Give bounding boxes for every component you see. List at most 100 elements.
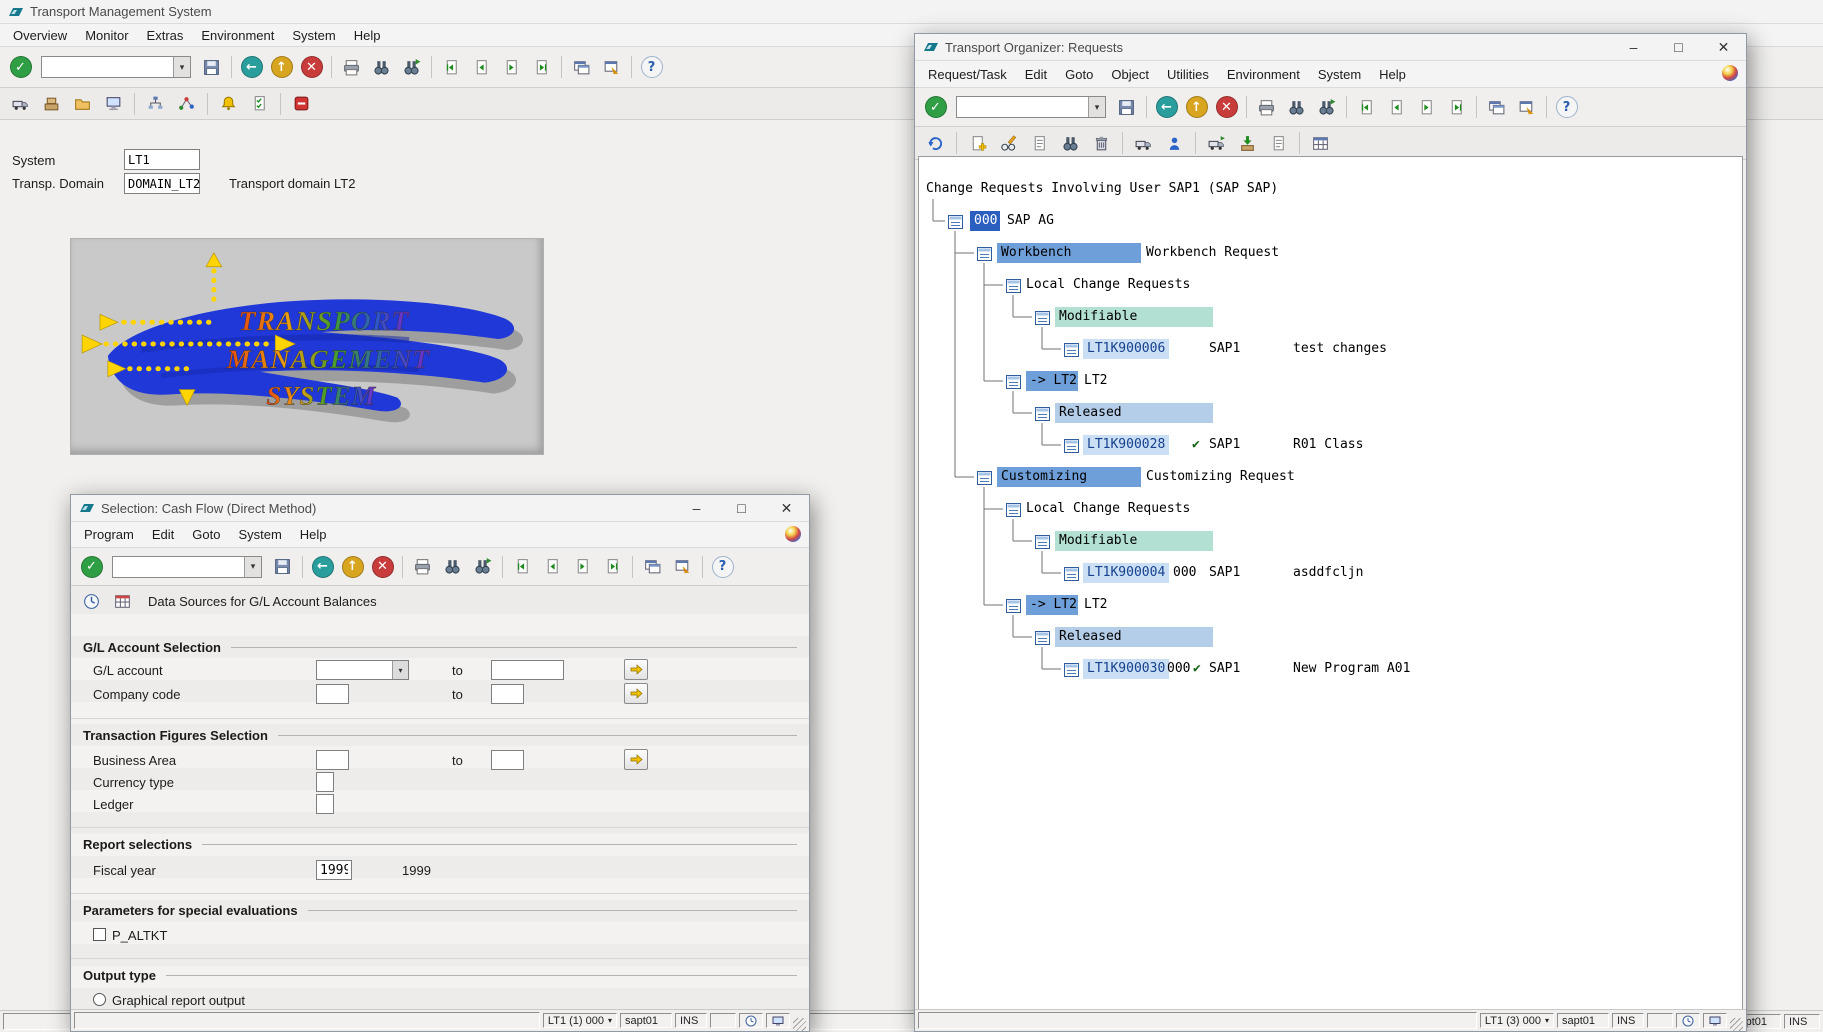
logs-icon[interactable]	[1265, 130, 1292, 156]
status-system-box[interactable]: LT1 (3) 000 ▾	[1479, 1013, 1554, 1028]
emergency-icon[interactable]	[288, 91, 315, 117]
next-page-icon[interactable]	[1413, 94, 1440, 120]
menu-item-help[interactable]: Help	[291, 525, 336, 544]
enter-icon[interactable]: ✓	[78, 554, 105, 580]
enter-icon[interactable]: ✓	[922, 94, 949, 120]
request-node-icon[interactable]	[977, 246, 992, 261]
graphical-output-radio[interactable]	[93, 993, 106, 1006]
exit-icon[interactable]: ↑	[1183, 94, 1210, 120]
last-page-icon[interactable]	[599, 554, 626, 580]
back-icon[interactable]: ←	[238, 54, 265, 80]
menu-item-monitor[interactable]: Monitor	[76, 26, 137, 45]
system-field[interactable]: LT1	[124, 149, 200, 170]
shortcut-icon[interactable]	[669, 554, 696, 580]
minimize-button[interactable]: –	[674, 495, 719, 521]
request-node-icon[interactable]	[1006, 278, 1021, 293]
cashflow-titlebar[interactable]: Selection: Cash Flow (Direct Method) – □…	[71, 495, 809, 522]
save-icon[interactable]	[1113, 94, 1140, 120]
data-sources-icon[interactable]	[109, 589, 136, 615]
request-node-icon[interactable]	[1035, 406, 1050, 421]
transport-domain-field[interactable]: DOMAIN_LT2	[124, 173, 200, 194]
save-icon[interactable]	[269, 554, 296, 580]
command-field[interactable]: ▾	[956, 96, 1106, 118]
table-settings-icon[interactable]	[1307, 130, 1334, 156]
command-field[interactable]: ▾	[112, 555, 262, 578]
status-system-box[interactable]: LT1 (1) 000 ▾	[542, 1013, 617, 1028]
save-icon[interactable]	[198, 54, 225, 80]
tree-node-label[interactable]: 000	[970, 211, 1000, 231]
menu-item-environment[interactable]: Environment	[192, 26, 283, 45]
status-session-icon[interactable]	[1703, 1013, 1727, 1028]
tree-node-label[interactable]: -> LT2	[1026, 595, 1078, 615]
release-icon[interactable]	[1130, 130, 1157, 156]
tms-titlebar[interactable]: Transport Management System	[0, 0, 1823, 24]
request-id[interactable]: LT1K900004	[1083, 563, 1169, 583]
fiscal-year-field[interactable]	[316, 860, 352, 880]
menu-item-environment[interactable]: Environment	[1218, 65, 1309, 84]
menu-item-goto[interactable]: Goto	[1056, 65, 1102, 84]
new-session-icon[interactable]	[568, 54, 595, 80]
request-node-icon[interactable]	[1006, 502, 1021, 517]
transport-truck-icon[interactable]	[7, 91, 34, 117]
print-icon[interactable]	[338, 54, 365, 80]
refresh-icon[interactable]	[922, 130, 949, 156]
menu-item-system[interactable]: System	[229, 525, 290, 544]
status-mode-box[interactable]: INS	[675, 1013, 707, 1028]
p-altkt-checkbox[interactable]	[93, 928, 106, 941]
exit-icon[interactable]: ↑	[268, 54, 295, 80]
request-id[interactable]: LT1K900028	[1083, 435, 1169, 455]
import-icon[interactable]	[1234, 130, 1261, 156]
organizer-titlebar[interactable]: Transport Organizer: Requests – □ ✕	[915, 34, 1746, 61]
reassign-icon[interactable]	[1161, 130, 1188, 156]
cancel-icon[interactable]: ✕	[298, 54, 325, 80]
back-icon[interactable]: ←	[309, 554, 336, 580]
menu-item-overview[interactable]: Overview	[4, 26, 76, 45]
request-node-icon[interactable]	[977, 470, 992, 485]
enter-icon[interactable]: ✓	[7, 54, 34, 80]
menu-item-help[interactable]: Help	[345, 26, 390, 45]
prev-page-icon[interactable]	[468, 54, 495, 80]
back-icon[interactable]: ←	[1153, 94, 1180, 120]
maximize-button[interactable]: □	[719, 495, 764, 521]
domain-folder-icon[interactable]	[69, 91, 96, 117]
routes-graph-icon[interactable]	[173, 91, 200, 117]
status-session-icon[interactable]	[766, 1013, 790, 1028]
request-node-icon[interactable]	[1035, 534, 1050, 549]
status-response-time-icon[interactable]	[1676, 1013, 1700, 1028]
shortcut-icon[interactable]	[1513, 94, 1540, 120]
execute-icon[interactable]	[78, 589, 105, 615]
gl-account-multi-select-button[interactable]	[624, 659, 648, 680]
status-mode-box[interactable]: INS	[1784, 1014, 1820, 1029]
minimize-button[interactable]: –	[1611, 34, 1656, 60]
business-area-from-field[interactable]	[316, 750, 349, 770]
exit-icon[interactable]: ↑	[339, 554, 366, 580]
transport-copy-icon[interactable]	[1203, 130, 1230, 156]
tree-node-label[interactable]: Modifiable	[1055, 531, 1213, 551]
business-area-to-field[interactable]	[491, 750, 524, 770]
find-icon[interactable]	[368, 54, 395, 80]
first-page-icon[interactable]	[509, 554, 536, 580]
tree-node-label[interactable]: -> LT2	[1026, 371, 1078, 391]
menu-item-edit[interactable]: Edit	[143, 525, 183, 544]
resize-grip[interactable]	[793, 1018, 806, 1031]
gl-account-to-field[interactable]	[491, 660, 564, 680]
command-field[interactable]: ▾	[41, 56, 191, 78]
request-id[interactable]: LT1K900030	[1083, 659, 1169, 679]
status-mode-box[interactable]: INS	[1612, 1013, 1644, 1028]
help-icon[interactable]: ?	[1553, 94, 1580, 120]
delete-icon[interactable]	[1088, 130, 1115, 156]
import-queue-icon[interactable]	[38, 91, 65, 117]
find-next-icon[interactable]	[398, 54, 425, 80]
command-input[interactable]	[957, 97, 1088, 117]
menu-item-edit[interactable]: Edit	[1016, 65, 1056, 84]
close-button[interactable]: ✕	[764, 495, 809, 521]
gl-account-from-field[interactable]: ▾	[316, 660, 409, 680]
menu-item-system[interactable]: System	[1309, 65, 1370, 84]
menu-item-extras[interactable]: Extras	[138, 26, 193, 45]
find-next-icon[interactable]	[1313, 94, 1340, 120]
menu-item-request-task[interactable]: Request/Task	[919, 65, 1016, 84]
request-id[interactable]: LT1K900006	[1083, 339, 1169, 359]
print-icon[interactable]	[1253, 94, 1280, 120]
resize-grip[interactable]	[1730, 1018, 1743, 1031]
chevron-down-icon[interactable]: ▾	[1088, 97, 1105, 117]
